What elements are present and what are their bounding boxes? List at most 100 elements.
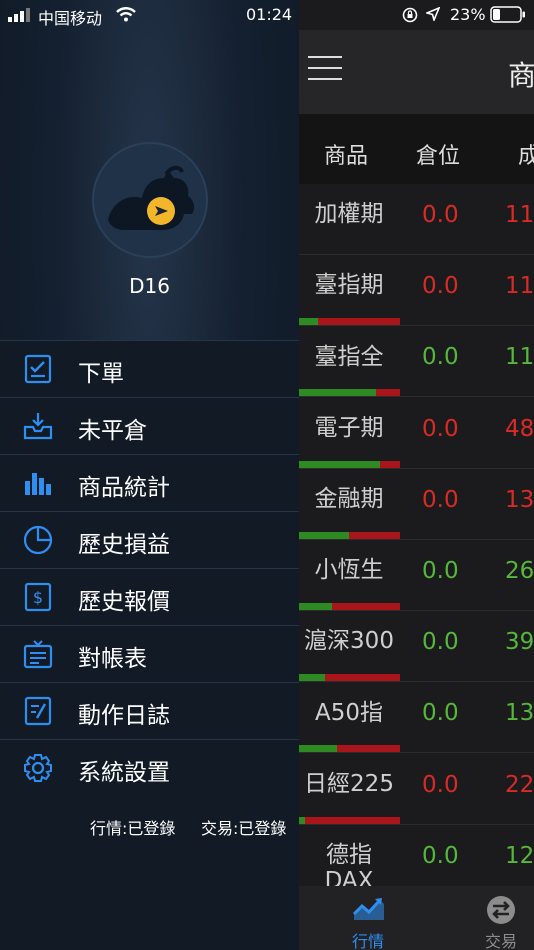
swap-icon [487, 896, 515, 924]
trade-login-status: 交易:已登錄 [201, 819, 287, 838]
column-position[interactable]: 倉位 [416, 138, 460, 170]
product-name: 滬深300 [304, 628, 394, 655]
rotation-lock-icon [402, 7, 418, 23]
menu-item-statement[interactable]: 對帳表 [0, 625, 299, 682]
buy-sell-ratio-bar [298, 816, 400, 824]
quote-row[interactable]: 臺指全 0.0 11 [298, 326, 534, 398]
quote-row[interactable]: 小恆生 0.0 26 [298, 540, 534, 611]
username: D16 [129, 274, 170, 298]
location-arrow-icon [426, 7, 440, 21]
product-name: 金融期 [314, 485, 384, 512]
menu-item-open-positions[interactable]: 未平倉 [0, 397, 299, 454]
column-header: 商品 倉位 成 [298, 114, 534, 184]
buy-sell-ratio-bar [298, 603, 400, 610]
buy-sell-ratio-bar [298, 389, 400, 397]
position-value: 0.0 [422, 202, 459, 228]
position-value: 0.0 [422, 415, 459, 442]
position-value: 0.0 [422, 344, 459, 371]
menu-item-label: 商品統計 [78, 475, 170, 501]
product-name: 日經225 [304, 770, 394, 797]
bar-chart-icon [25, 473, 51, 495]
buy-ratio-fill [298, 318, 319, 326]
buy-sell-ratio-bar [298, 745, 400, 753]
avatar-badge-icon [147, 197, 175, 225]
position-value: 0.0 [422, 700, 459, 727]
pie-chart-icon [23, 525, 53, 555]
menu-item-label: 下單 [78, 361, 124, 387]
signal-icon [8, 8, 30, 22]
column-product[interactable]: 商品 [324, 138, 368, 170]
menu-item-action-log[interactable]: 動作日誌 [0, 682, 299, 739]
price-value: 39 [505, 629, 534, 656]
battery-icon [490, 6, 525, 23]
log-edit-icon [24, 696, 52, 726]
dollar-document-icon: $ [24, 582, 52, 612]
menu-item-label: 未平倉 [78, 418, 147, 444]
product-name: 加權期 [314, 201, 384, 228]
quote-row[interactable]: 金融期 0.0 13 [298, 469, 534, 540]
menu-item-place-order[interactable]: 下單 [0, 340, 299, 397]
buy-ratio-fill [298, 460, 380, 468]
product-name: A50指 [314, 699, 383, 726]
buy-ratio-fill [298, 674, 325, 682]
position-value: 0.0 [422, 629, 459, 656]
menu-item-label: 歷史損益 [78, 532, 170, 558]
menu-item-label: 系統設置 [78, 760, 170, 786]
checklist-icon [24, 354, 52, 384]
position-value: 0.0 [422, 273, 459, 300]
product-name: 電子期 [314, 414, 384, 441]
quote-row[interactable]: 日經225 0.0 22 [298, 754, 534, 825]
price-value: 48 [505, 415, 534, 442]
buy-sell-ratio-bar [298, 460, 400, 468]
tab-trade[interactable]: 交易 [461, 886, 534, 950]
menu-item-history-quotes[interactable]: $ 歷史報價 [0, 568, 299, 625]
product-name: 臺指期 [314, 272, 384, 299]
bottom-tab-bar: 行情 交易 [298, 886, 534, 950]
wifi-icon [116, 7, 136, 22]
tab-trade-label: 交易 [484, 932, 517, 950]
buy-sell-ratio-bar [298, 318, 400, 326]
position-value: 0.0 [422, 771, 459, 798]
hamburger-menu-icon[interactable] [308, 56, 342, 86]
menu-item-product-stats[interactable]: 商品統計 [0, 454, 299, 511]
price-value: 12 [505, 842, 534, 869]
menu-item-settings[interactable]: 系統設置 [0, 739, 299, 796]
quote-login-status: 行情:已登錄 [90, 819, 176, 838]
quote-row[interactable]: 加權期 0.0 11 [298, 184, 534, 255]
buy-sell-ratio-bar [298, 531, 400, 539]
column-price[interactable]: 成 [518, 138, 534, 170]
statement-icon [23, 640, 53, 669]
buy-sell-ratio-bar [298, 674, 400, 682]
menu-item-history-pnl[interactable]: 歷史損益 [0, 511, 299, 568]
quote-row[interactable]: 臺指期 0.0 11 [298, 255, 534, 327]
menu-item-label: 動作日誌 [78, 703, 170, 729]
buy-ratio-fill [298, 816, 306, 824]
price-value: 26 [505, 558, 534, 584]
clock: 01:24 [246, 5, 293, 24]
menu-item-label: 對帳表 [78, 646, 147, 672]
product-name: 小恆生 [314, 557, 384, 584]
gear-icon [24, 754, 52, 782]
chart-trend-icon [352, 898, 384, 920]
position-value: 0.0 [422, 486, 459, 513]
price-value: 11 [505, 202, 534, 228]
tab-quotes-label: 行情 [351, 932, 384, 950]
side-drawer: D16 下單 未平倉 商品統計 歷史損益 $ 歷史報價 對帳表 動作日誌 系統設… [0, 0, 299, 950]
battery-percent: 23% [450, 5, 486, 24]
price-value: 11 [505, 273, 534, 300]
price-value: 13 [505, 700, 534, 727]
quote-row[interactable]: A50指 0.0 13 [298, 682, 534, 754]
buy-ratio-fill [298, 745, 337, 753]
product-name: 臺指全 [314, 343, 384, 370]
tab-quotes[interactable]: 行情 [328, 886, 408, 950]
buy-ratio-fill [298, 603, 332, 610]
menu-item-label: 歷史報價 [78, 589, 170, 615]
carrier-name: 中国移动 [38, 9, 103, 28]
buy-ratio-fill [298, 531, 349, 539]
buy-ratio-fill [298, 389, 376, 397]
quote-row[interactable]: 電子期 0.0 48 [298, 398, 534, 469]
inbox-download-icon [23, 413, 53, 440]
price-value: 22 [505, 771, 534, 798]
position-value: 0.0 [422, 558, 459, 584]
quote-row[interactable]: 滬深300 0.0 39 [298, 611, 534, 683]
